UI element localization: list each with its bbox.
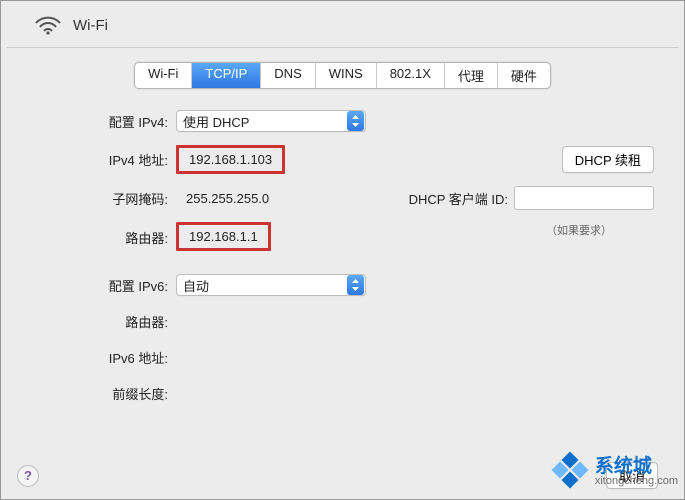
tab-hardware[interactable]: 硬件 — [498, 63, 550, 88]
dhcp-client-id-label: DHCP 客户端 ID: — [409, 189, 508, 208]
updown-icon — [347, 275, 364, 295]
page-title: Wi-Fi — [73, 17, 108, 34]
tab-wins[interactable]: WINS — [316, 63, 377, 88]
tab-dns[interactable]: DNS — [261, 63, 315, 88]
ipv6-router-label: 路由器: — [31, 312, 176, 331]
ipv6-configure-select[interactable]: 自动 — [176, 274, 366, 296]
subnet-label: 子网掩码: — [31, 189, 176, 208]
help-button[interactable]: ? — [17, 465, 39, 487]
ipv4-address-value: 192.168.1.103 — [189, 152, 272, 167]
tab-8021x[interactable]: 802.1X — [377, 63, 445, 88]
tab-wifi[interactable]: Wi-Fi — [135, 63, 192, 88]
dhcp-hint: （如果要求） — [546, 222, 612, 238]
updown-icon — [347, 111, 364, 131]
cancel-button[interactable]: 取消 — [606, 462, 658, 489]
tab-bar: Wi-Fi TCP/IP DNS WINS 802.1X 代理 硬件 — [1, 62, 684, 89]
ipv4-router-highlight: 192.168.1.1 — [176, 222, 271, 251]
ipv4-router-value: 192.168.1.1 — [189, 229, 258, 244]
ipv6-configure-label: 配置 IPv6: — [31, 276, 176, 295]
subnet-value: 255.255.255.0 — [176, 191, 269, 206]
ipv4-address-highlight: 192.168.1.103 — [176, 145, 285, 174]
ipv4-router-label: 路由器: — [31, 222, 176, 247]
ipv4-configure-label: 配置 IPv4: — [31, 112, 176, 131]
ipv4-address-label: IPv4 地址: — [31, 150, 176, 169]
ipv4-configure-value: 使用 DHCP — [183, 112, 347, 131]
wifi-icon — [35, 15, 61, 35]
ipv6-prefix-label: 前缀长度: — [31, 384, 176, 403]
ipv4-configure-select[interactable]: 使用 DHCP — [176, 110, 366, 132]
dhcp-client-id-input[interactable] — [514, 186, 654, 210]
ipv6-address-label: IPv6 地址: — [31, 348, 176, 367]
tab-proxy[interactable]: 代理 — [445, 63, 498, 88]
dhcp-renew-button[interactable]: DHCP 续租 — [562, 146, 654, 173]
ipv6-configure-value: 自动 — [183, 276, 347, 295]
tab-tcpip[interactable]: TCP/IP — [192, 63, 261, 88]
